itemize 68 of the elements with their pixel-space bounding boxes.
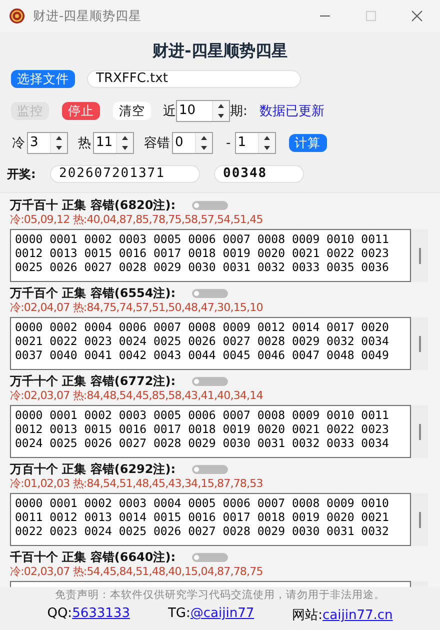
result-textbox[interactable]: 0000 0001 0002 0003 0005 0006 0007 0008 0009 0010 0011 0012 0013 0015 0016 0017 0018 0019 0020 0021 0022 0023 0024 0025 0026 0027 0028 0029 0030 0031 0032 0033 0034 — [10, 405, 411, 458]
number-line: 0012 0013 0015 0016 0017 0018 0019 0020 0021 0022 0023 — [15, 422, 390, 436]
contact-link[interactable]: caijin77.cn — [322, 608, 393, 623]
number-line: 0012 0013 0015 0016 0017 0018 0019 0020 0021 0022 0023 — [15, 246, 390, 260]
number-line: 0000 0001 0002 0003 0004 0005 0006 0007 0008 0009 0010 — [15, 496, 390, 510]
toggle-switch[interactable] — [192, 376, 228, 386]
issue-field[interactable]: 202607201371 — [50, 165, 200, 183]
hot-cold-numbers: 冷:02,03,07 热:84,48,54,45,85,58,43,41,40,34,14 — [10, 389, 264, 403]
recent-label: 近 — [163, 103, 176, 120]
section-title: 万千百十 正集 容错(6820注): — [10, 196, 176, 214]
toggle-switch[interactable] — [192, 200, 228, 210]
maximize-icon — [365, 10, 377, 22]
hot-cold-numbers: 冷:02,04,07 热:84,75,74,57,51,50,48,47,30,15,10 — [10, 301, 264, 315]
status-text: 数据已更新 — [259, 103, 324, 120]
toggle-switch[interactable] — [192, 288, 228, 298]
choose-file-button[interactable]: 选择文件 — [11, 70, 75, 88]
disclaimer-text: 免责声明：本软件仅供研究学习代码交流使用，请勿用于非法用途。 — [54, 588, 386, 603]
file-name-field[interactable]: TRXFFC.txt — [87, 70, 301, 88]
app-logo-icon — [9, 8, 25, 24]
contact-label: TG: — [168, 606, 190, 621]
calculate-button[interactable]: 计算 — [288, 134, 327, 152]
result-textbox[interactable]: 0000 0002 0004 0006 0007 0008 0009 0012 0014 0017 0020 0021 0022 0023 0024 0025 0026 0027 0028 0029 0032 0034 0037 0040 0041 0042 0043 0044 0045 0046 0047 0048 0049 — [10, 317, 411, 370]
number-field[interactable]: 3 — [27, 132, 68, 154]
scrollbar-thumb[interactable] — [418, 512, 420, 528]
number-line: 0022 0023 0024 0025 0026 0027 0028 0029 0030 0031 0032 — [15, 524, 390, 538]
window-title: 财进-四星顺势四星 — [33, 8, 143, 24]
number-line: 0037 0040 0041 0042 0043 0044 0045 0046 0047 0048 0049 — [15, 348, 390, 362]
section-title: 千百十个 正集 容错(6640注): — [10, 548, 176, 566]
toggle-switch[interactable] — [192, 464, 228, 474]
contact-link[interactable]: @caijin77 — [190, 606, 254, 621]
number-line: 0000 0002 0004 0006 0007 0008 0009 0012 0014 0017 0020 — [15, 320, 390, 334]
scrollbar-thumb[interactable] — [418, 248, 420, 264]
number-line: 0025 0026 0027 0028 0029 0030 0031 0032 0033 0035 0036 — [15, 260, 390, 274]
clear-button[interactable]: 清空 — [113, 102, 151, 120]
number-field[interactable]: 1 — [234, 132, 276, 154]
spinner-label: - — [226, 136, 231, 150]
spinner-label: 容错 — [144, 135, 170, 152]
section-title: 万千十个 正集 容错(6772注): — [10, 372, 176, 390]
contact-label: QQ: — [47, 606, 72, 621]
number-field[interactable]: 0 — [172, 132, 213, 154]
minimize-icon[interactable] — [319, 15, 331, 17]
spinner-label: 热 — [78, 135, 91, 152]
hot-cold-numbers: 冷:01,02,03 热:84,54,51,48,45,43,34,15,87,78,53 — [10, 477, 264, 491]
number-field[interactable]: 11 — [93, 132, 134, 154]
draw-number-field[interactable]: 00348 — [214, 165, 304, 183]
hot-cold-numbers: 冷:02,03,07 热:54,45,84,51,48,40,15,04,87,78,75 — [10, 565, 264, 579]
section-title: 万百十个 正集 容错(6292注): — [10, 460, 176, 478]
scrollbar-thumb[interactable] — [418, 424, 420, 440]
draw-label: 开奖: — [7, 166, 37, 182]
number-line: 0024 0025 0026 0027 0028 0029 0030 0031 0032 0033 0034 — [15, 436, 390, 450]
number-line: 0000 0001 0002 0003 0005 0006 0007 0008 0009 0010 0011 — [15, 408, 390, 422]
spinner-label: 冷 — [12, 135, 25, 152]
stop-button[interactable]: 停止 — [62, 102, 100, 120]
contact-label: 网站: — [292, 608, 323, 623]
hot-cold-numbers: 冷:05,09,12 热:40,04,87,85,78,75,58,57,54,51,45 — [10, 213, 264, 227]
close-icon[interactable] — [411, 10, 423, 22]
number-field[interactable]: 10 — [176, 100, 230, 122]
scrollbar-thumb[interactable] — [418, 336, 420, 352]
section-title: 万千百个 正集 容错(6554注): — [10, 284, 176, 302]
contact-link[interactable]: 5633133 — [72, 606, 130, 621]
number-line: 0021 0022 0023 0024 0025 0026 0027 0028 0029 0032 0034 — [15, 334, 390, 348]
app-heading: 财进-四星顺势四星 — [151, 40, 288, 62]
period-label: 期: — [230, 103, 248, 120]
toggle-switch[interactable] — [192, 552, 228, 562]
result-textbox[interactable]: 0000 0001 0002 0003 0005 0006 0007 0008 0009 0010 0011 0012 0013 0015 0016 0017 0018 0019 0020 0021 0022 0023 0025 0026 0027 0028 0029 0030 0031 0032 0033 0035 0036 — [10, 229, 411, 282]
number-line: 0000 0001 0002 0003 0005 0006 0007 0008 0009 0010 0011 — [15, 232, 390, 246]
number-line: 0011 0012 0013 0014 0015 0016 0017 0018 0019 0020 0021 — [15, 510, 390, 524]
result-textbox[interactable]: 0000 0001 0002 0003 0004 0005 0006 0007 0008 0009 0010 0011 0012 0013 0014 0015 0016 0017 0018 0019 0020 0021 0022 0023 0024 0025 0026 0027 0028 0029 0030 0031 0032 — [10, 493, 411, 546]
